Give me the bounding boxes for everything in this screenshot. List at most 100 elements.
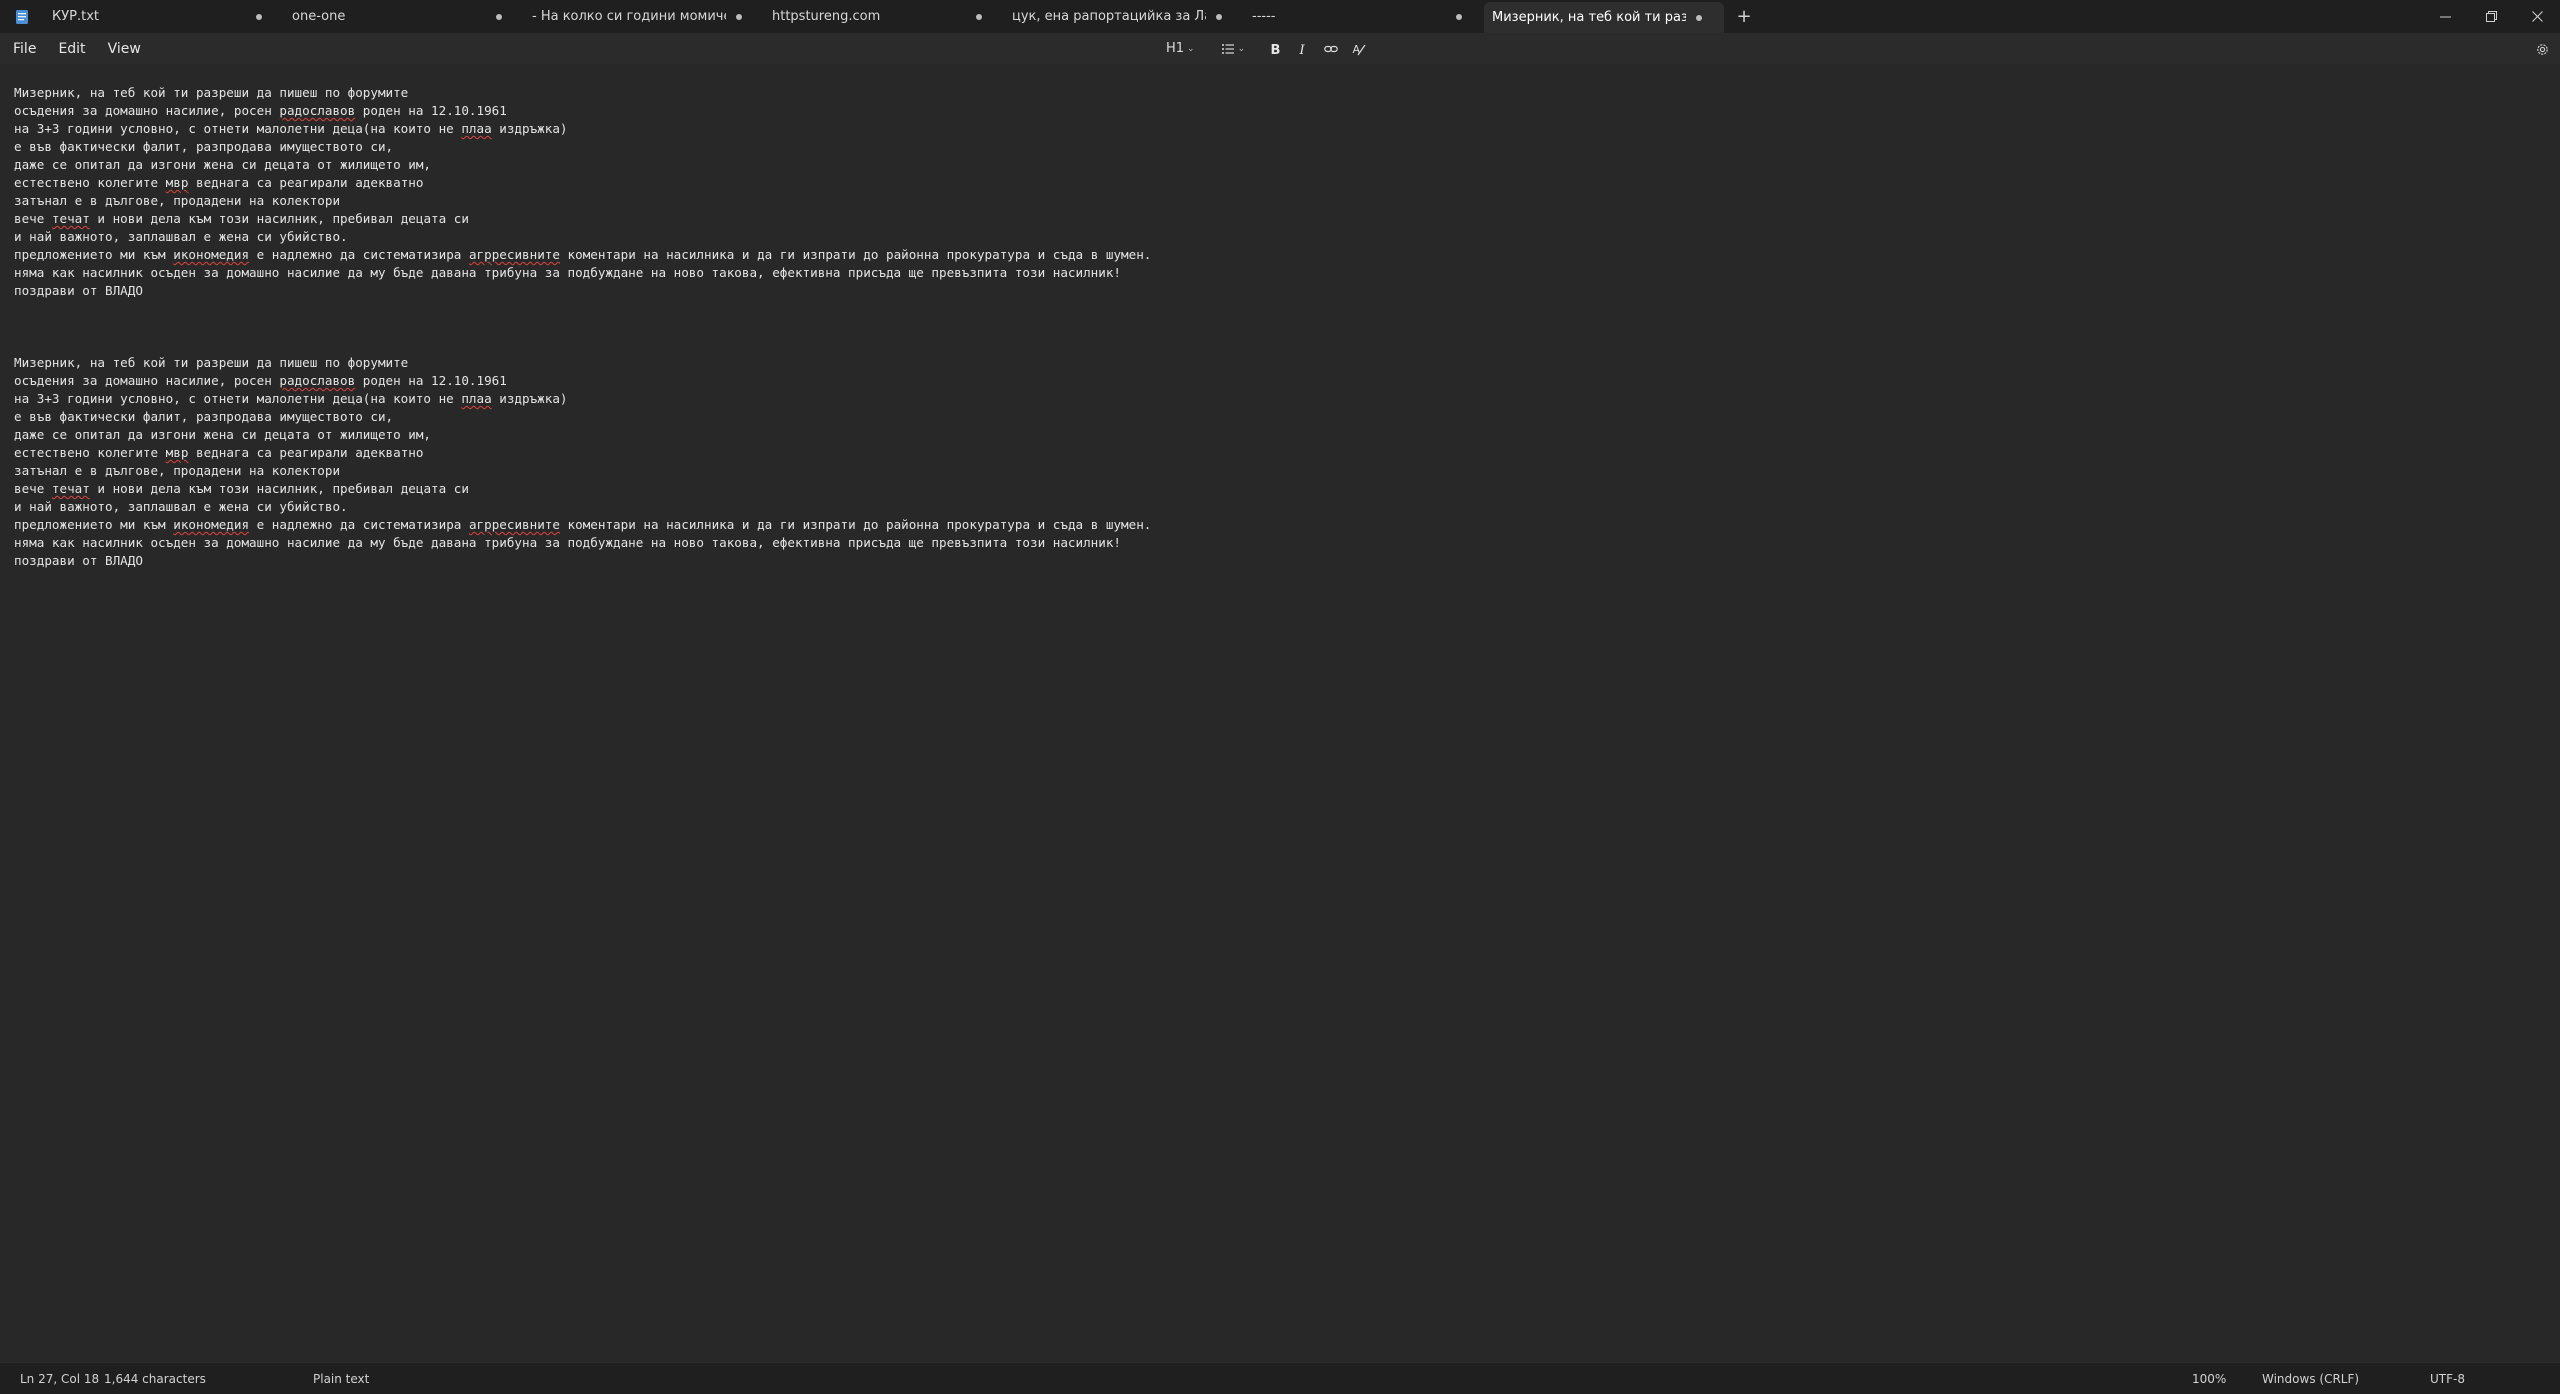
link-icon [1324, 45, 1338, 52]
encoding[interactable]: UTF-8 [2430, 1363, 2465, 1394]
text-segment: и най важното, заплашвал е жена си убийс… [14, 229, 348, 244]
text-line: Мизерник, на теб кой ти разреши да пишеш… [14, 84, 2546, 102]
heading-dropdown[interactable]: H1 ⌄ [1162, 37, 1199, 61]
text-line: естествено колегите мвр веднага са реаги… [14, 444, 2546, 462]
text-line: поздрави от ВЛАДО [14, 282, 2546, 300]
text-line: осъдения за домашно насилие, росен радос… [14, 102, 2546, 120]
menu-bar: File Edit View H1 ⌄ ⌄ B I A [0, 33, 2560, 64]
text-line: даже се опитал да изгони жена си децата … [14, 426, 2546, 444]
tab-5[interactable]: цук, ена рапортацийка за Лайняно [1004, 0, 1244, 33]
unsaved-dot-icon[interactable] [1216, 13, 1222, 20]
text-segment: няма как насилник осъден за домашно наси… [14, 265, 1121, 280]
text-line: на 3+3 години условно, с отнети малолетн… [14, 390, 2546, 408]
heading-label: H1 [1166, 41, 1185, 56]
text-segment: е във фактически фалит, разпродава имуще… [14, 409, 394, 424]
formatting-toolbar: H1 ⌄ ⌄ B I A [1162, 33, 1371, 64]
text-segment: поздрави от ВЛАДО [14, 553, 143, 568]
tab-title: цук, ена рапортацийка за Лайняно [1012, 9, 1206, 24]
misspelled-word: мвр [165, 445, 189, 460]
text-segment: естествено колегите [14, 175, 166, 190]
text-line: даже се опитал да изгони жена си децата … [14, 156, 2546, 174]
text-line: вече течат и нови дела към този насилник… [14, 210, 2546, 228]
zoom-level[interactable]: 100% [2192, 1363, 2226, 1394]
text-segment: осъдения за домашно насилие, росен [14, 373, 280, 388]
unsaved-dot-icon[interactable] [496, 13, 502, 20]
misspelled-word: мвр [165, 175, 189, 190]
tab-title: - На колко си години момиче [532, 9, 726, 24]
close-button[interactable] [2514, 0, 2560, 33]
text-segment: е надлежно да систематизира [249, 517, 469, 532]
tab-title: Мизерник, на теб кой ти разреши [1492, 10, 1686, 25]
text-segment: вече [14, 481, 52, 496]
misspelled-word: течат [51, 481, 90, 496]
list-dropdown[interactable]: ⌄ [1217, 37, 1250, 61]
gear-icon [2536, 43, 2548, 55]
text-segment: на 3+3 години условно, с отнети малолетн… [14, 121, 462, 136]
text-segment: е във фактически фалит, разпродава имуще… [14, 139, 394, 154]
text-segment: предложението ми към [14, 517, 174, 532]
line-ending[interactable]: Windows (CRLF) [2262, 1363, 2359, 1394]
text-line [14, 318, 2546, 336]
text-line: затънал е в дългове, продадени на колект… [14, 192, 2546, 210]
title-drag-area[interactable] [1764, 0, 2422, 33]
text-line: и най важното, заплашвал е жена си убийс… [14, 228, 2546, 246]
bullet-list-icon [1221, 43, 1234, 54]
restore-button[interactable] [2468, 0, 2514, 33]
link-button[interactable] [1319, 37, 1343, 61]
minimize-button[interactable] [2422, 0, 2468, 33]
tab-6[interactable]: ----- [1244, 0, 1484, 33]
text-segment: Мизерник, на теб кой ти разреши да пишеш… [14, 355, 409, 370]
unsaved-dot-icon[interactable] [1696, 14, 1702, 21]
menu-edit[interactable]: Edit [49, 37, 94, 61]
clear-formatting-button[interactable]: A [1347, 37, 1371, 61]
unsaved-dot-icon[interactable] [976, 13, 982, 20]
unsaved-dot-icon[interactable] [736, 13, 742, 20]
misspelled-word: агрресивните [468, 517, 560, 532]
italic-button[interactable]: I [1291, 37, 1315, 61]
text-segment: и нови дела към този насилник, пребивал … [89, 211, 469, 226]
cursor-position[interactable]: Ln 27, Col 18 [20, 1363, 99, 1394]
text-line: поздрави от ВЛАДО [14, 552, 2546, 570]
text-segment: естествено колегите [14, 445, 166, 460]
text-segment: даже се опитал да изгони жена си децата … [14, 427, 432, 442]
italic-icon: I [1299, 43, 1306, 56]
text-line: предложението ми към икономедия е надлеж… [14, 246, 2546, 264]
text-segment: коментари на насилника и да ги изпрати д… [559, 247, 1152, 262]
menu-file[interactable]: File [4, 37, 45, 61]
unsaved-dot-icon[interactable] [1456, 13, 1462, 20]
text-segment: затънал е в дългове, продадени на колект… [14, 193, 341, 208]
text-line: предложението ми към икономедия е надлеж… [14, 516, 2546, 534]
text-line: Мизерник, на теб кой ти разреши да пишеш… [14, 354, 2546, 372]
plus-icon: + [1736, 6, 1752, 27]
unsaved-dot-icon[interactable] [256, 13, 262, 20]
text-segment: Мизерник, на теб кой ти разреши да пишеш… [14, 85, 409, 100]
format-indicator[interactable]: Plain text [313, 1363, 369, 1394]
settings-button[interactable] [2530, 37, 2554, 61]
tab-strip: КУР.txt one-one - На колко си години момич… [44, 0, 1724, 33]
tab-title: httpstureng.com [772, 9, 881, 24]
tab-3[interactable]: - На колко си години момиче [524, 0, 764, 33]
text-segment: вече [14, 211, 52, 226]
misspelled-word: икономедия [173, 247, 250, 262]
text-line: е във фактически фалит, разпродава имуще… [14, 138, 2546, 156]
tab-title: one-one [292, 9, 346, 24]
tab-1[interactable]: КУР.txt [44, 0, 284, 33]
text-segment: веднага са реагирали адекватно [188, 445, 424, 460]
bold-button[interactable]: B [1263, 37, 1287, 61]
text-segment: даже се опитал да изгони жена си децата … [14, 157, 432, 172]
text-editor[interactable]: Мизерник, на теб кой ти разреши да пишеш… [0, 64, 2560, 1362]
minimize-icon [2439, 16, 2451, 18]
text-segment: на 3+3 години условно, с отнети малолетн… [14, 391, 462, 406]
text-segment: предложението ми към [14, 247, 174, 262]
svg-text:I: I [1299, 43, 1306, 56]
menu-view[interactable]: View [99, 37, 150, 61]
tab-4[interactable]: httpstureng.com [764, 0, 1004, 33]
chevron-down-icon: ⌄ [1187, 43, 1195, 54]
tab-7[interactable]: Мизерник, на теб кой ти разреши [1484, 2, 1724, 33]
text-line: осъдения за домашно насилие, росен радос… [14, 372, 2546, 390]
text-segment: и нови дела към този насилник, пребивал … [89, 481, 469, 496]
tab-2[interactable]: one-one [284, 0, 524, 33]
close-icon [2531, 11, 2543, 22]
new-tab-button[interactable]: + [1724, 0, 1764, 33]
text-line: няма как насилник осъден за домашно наси… [14, 264, 2546, 282]
